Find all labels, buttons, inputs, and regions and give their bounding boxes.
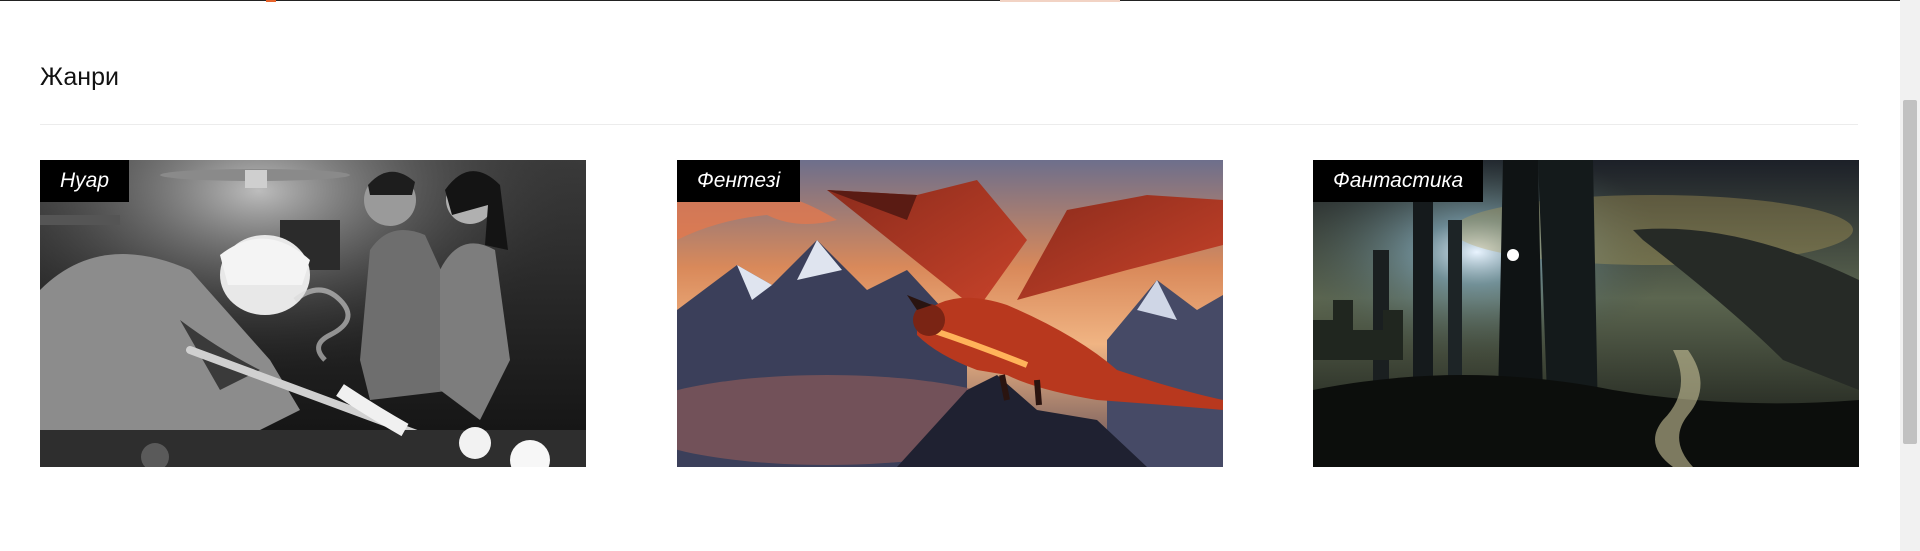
genre-card-noir[interactable]: Нуар	[40, 160, 586, 467]
genre-image-fantasy	[677, 160, 1223, 467]
genre-image-noir	[40, 160, 586, 467]
genre-card-scifi[interactable]: Фантастика	[1313, 160, 1859, 467]
genre-card-fantasy[interactable]: Фентезі	[677, 160, 1223, 467]
section-divider	[40, 124, 1858, 125]
genre-image-scifi	[1313, 160, 1859, 467]
section-title: Жанри	[40, 63, 119, 91]
genre-label: Нуар	[40, 160, 130, 202]
header-bottom-border	[0, 0, 1900, 1]
scrollbar-thumb[interactable]	[1903, 100, 1917, 444]
genre-label: Фантастика	[1313, 160, 1484, 202]
page-scrollbar[interactable]	[1900, 0, 1920, 551]
genre-label: Фентезі	[677, 160, 801, 202]
header-accent-mark	[1000, 0, 1120, 2]
header-accent-mark	[266, 0, 276, 2]
